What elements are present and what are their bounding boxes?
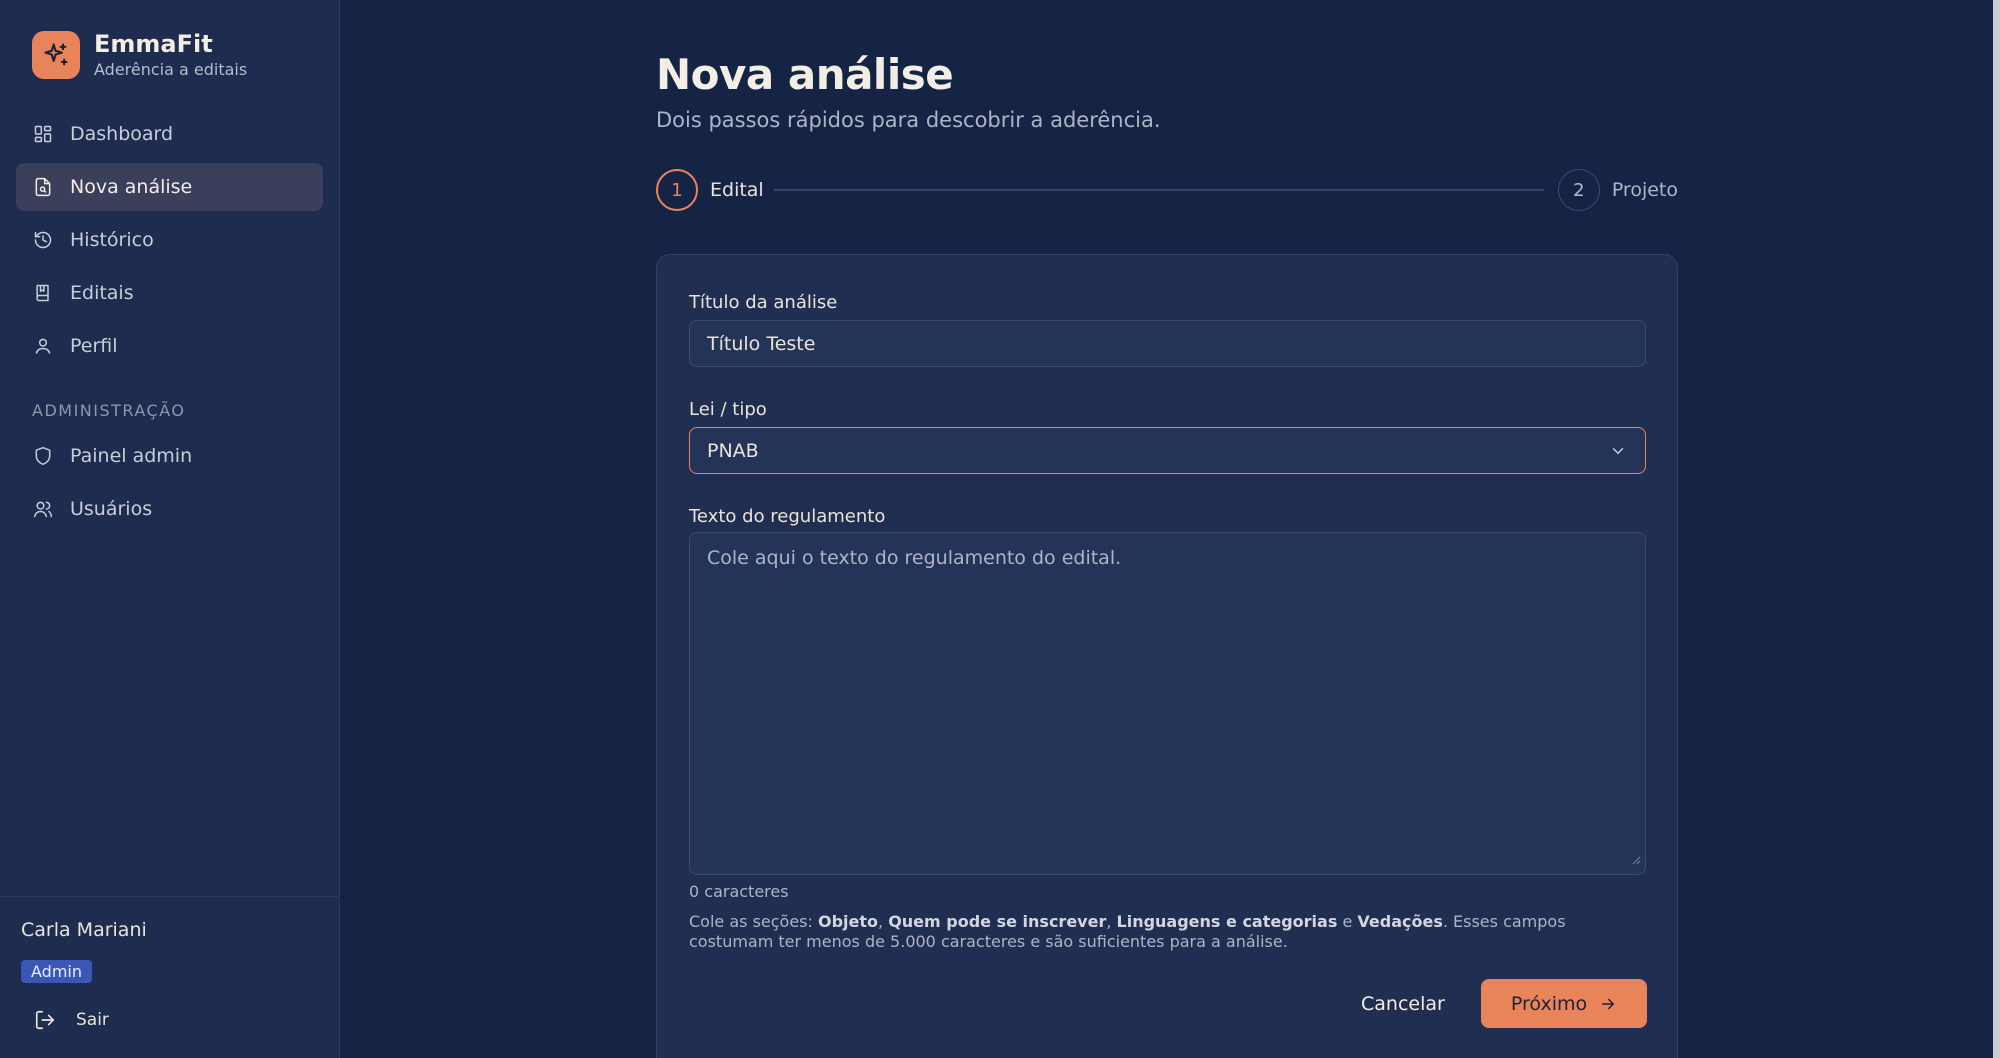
chevron-down-icon <box>1609 442 1627 460</box>
next-button[interactable]: Próximo <box>1481 979 1647 1028</box>
analysis-form-card: Título da análise Título Teste Lei / tip… <box>656 254 1678 1058</box>
admin-section-heading: ADMINISTRAÇÃO <box>32 401 186 420</box>
main-content: Nova análise Dois passos rápidos para de… <box>340 0 2000 1058</box>
sidebar-item-label: Usuários <box>70 498 153 520</box>
sidebar-item-historico[interactable]: Histórico <box>16 216 323 264</box>
brand-name: EmmaFit <box>94 30 213 58</box>
page-subtitle: Dois passos rápidos para descobrir a ade… <box>656 108 1161 132</box>
logout-button[interactable]: Sair <box>34 1009 109 1031</box>
sidebar: EmmaFit Aderência a editais Dashboard No… <box>0 0 340 1058</box>
step-projeto[interactable]: 2 Projeto <box>1557 169 1678 211</box>
brand-subtitle: Aderência a editais <box>94 60 248 79</box>
regulation-hint: Cole as seções: Objeto, Quem pode se ins… <box>689 912 1566 951</box>
stepper-connector <box>774 189 1544 191</box>
sparkles-logo-icon <box>32 30 80 79</box>
char-count: 0 caracteres <box>689 882 789 901</box>
stepper: 1 Edital 2 Projeto <box>656 169 1678 211</box>
step-label: Edital <box>710 179 764 201</box>
sidebar-item-editais[interactable]: Editais <box>16 269 323 317</box>
user-panel: Carla Mariani Admin Sair <box>0 896 340 1058</box>
page-title: Nova análise <box>656 50 954 99</box>
logout-label: Sair <box>76 1010 109 1030</box>
regulation-textarea[interactable]: Cole aqui o texto do regulamento do edit… <box>689 532 1646 875</box>
window-edge <box>1993 0 2000 1058</box>
law-type-select[interactable]: PNAB <box>689 427 1646 474</box>
sidebar-item-label: Painel admin <box>70 445 193 467</box>
sidebar-item-label: Perfil <box>70 335 118 357</box>
user-name: Carla Mariani <box>21 919 147 941</box>
sidebar-item-label: Dashboard <box>70 123 174 145</box>
law-field-label: Lei / tipo <box>689 399 767 420</box>
next-button-label: Próximo <box>1510 992 1588 1015</box>
file-search-icon <box>32 176 54 198</box>
sidebar-item-painel-admin[interactable]: Painel admin <box>16 432 323 480</box>
title-input-value: Título Teste <box>707 332 816 355</box>
sidebar-item-label: Nova análise <box>70 176 193 198</box>
sidebar-item-nova-analise[interactable]: Nova análise <box>16 163 323 211</box>
main-nav: Dashboard Nova análise Histórico Editais <box>16 110 323 375</box>
regulation-placeholder: Cole aqui o texto do regulamento do edit… <box>707 547 1122 569</box>
users-icon <box>32 498 54 520</box>
arrow-right-icon <box>1599 995 1617 1013</box>
sidebar-item-dashboard[interactable]: Dashboard <box>16 110 323 158</box>
step-label: Projeto <box>1611 179 1678 201</box>
step-number: 2 <box>1557 169 1600 211</box>
title-input[interactable]: Título Teste <box>689 320 1646 367</box>
cancel-button[interactable]: Cancelar <box>1347 980 1459 1028</box>
sidebar-item-label: Histórico <box>70 229 154 251</box>
book-icon <box>32 282 54 304</box>
admin-nav: Painel admin Usuários <box>16 432 323 538</box>
sidebar-item-perfil[interactable]: Perfil <box>16 322 323 370</box>
brand[interactable]: EmmaFit Aderência a editais <box>32 30 247 79</box>
title-field-label: Título da análise <box>689 292 838 313</box>
role-badge: Admin <box>21 960 92 983</box>
app-window: EmmaFit Aderência a editais Dashboard No… <box>0 0 2000 1058</box>
shield-icon <box>32 445 54 467</box>
user-icon <box>32 335 54 357</box>
history-icon <box>32 229 54 251</box>
step-number: 1 <box>656 169 698 211</box>
dashboard-icon <box>32 123 54 145</box>
law-type-value: PNAB <box>707 439 759 462</box>
sidebar-item-usuarios[interactable]: Usuários <box>16 485 323 533</box>
regulation-field-label: Texto do regulamento <box>689 506 886 527</box>
resize-handle-icon[interactable] <box>1631 848 1641 870</box>
sidebar-item-label: Editais <box>70 282 134 304</box>
step-edital[interactable]: 1 Edital <box>656 169 764 211</box>
logout-icon <box>34 1009 56 1031</box>
